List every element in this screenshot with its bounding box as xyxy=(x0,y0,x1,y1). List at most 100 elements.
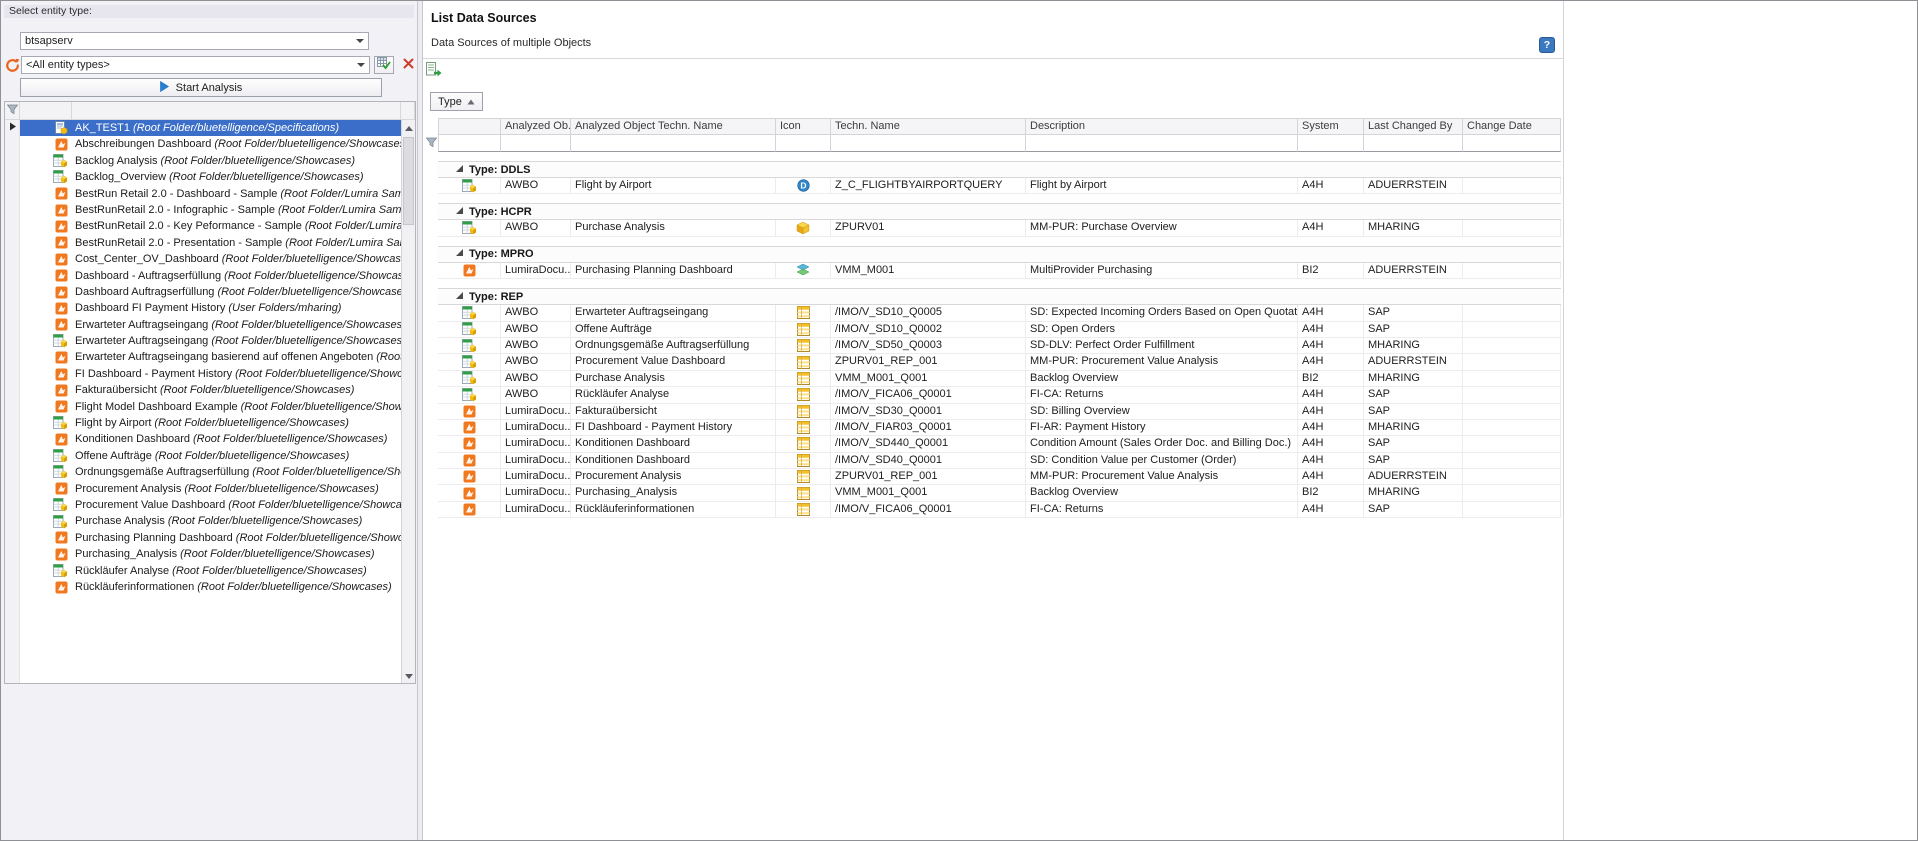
filter-cell[interactable] xyxy=(1463,135,1561,152)
list-item[interactable]: Flight Model Dashboard Example(Root Fold… xyxy=(5,399,401,415)
last-changed-by-cell: SAP xyxy=(1364,387,1463,403)
analyzed-object-cell: AWBO xyxy=(501,178,571,194)
name-column-header[interactable] xyxy=(72,102,401,120)
list-item[interactable]: Procurement Value Dashboard(Root Folder/… xyxy=(5,497,401,513)
entity-label: Dashboard - Auftragserfüllung(Root Folde… xyxy=(72,268,401,284)
filter-cell[interactable] xyxy=(776,135,831,152)
list-item[interactable]: BestRunRetail 2.0 - Key Peformance - Sam… xyxy=(5,218,401,234)
entity-type-combobox[interactable]: <All entity types> xyxy=(21,56,370,74)
column-header[interactable]: Last Changed By xyxy=(1364,118,1463,135)
dropdown-arrow-icon[interactable] xyxy=(352,39,368,43)
entity-label: Erwarteter Auftragseingang basierend auf… xyxy=(72,349,401,365)
table-row[interactable]: LumiraDocu...Konditionen Dashboard/IMO/V… xyxy=(425,453,1561,469)
table-row[interactable]: AWBOProcurement Value DashboardZPURV01_R… xyxy=(425,354,1561,370)
help-button[interactable]: ? xyxy=(1539,37,1555,53)
rep-icon xyxy=(776,436,831,452)
entity-name: Procurement Analysis xyxy=(75,483,181,495)
filter-funnel-cell[interactable] xyxy=(425,135,438,152)
table-row[interactable]: AWBOPurchase AnalysisZPURV01MM-PUR: Purc… xyxy=(425,220,1561,236)
server-combobox[interactable]: btsapserv xyxy=(20,32,369,50)
start-analysis-button[interactable]: Start Analysis xyxy=(20,78,382,97)
group-row[interactable]: Type: MPRO xyxy=(438,246,1561,263)
list-item[interactable]: Rückläuferinformationen(Root Folder/blue… xyxy=(5,579,401,595)
list-item[interactable]: Erwarteter Auftragseingang basierend auf… xyxy=(5,349,401,365)
filter-cell[interactable] xyxy=(571,135,776,152)
table-row[interactable]: LumiraDocu...FI Dashboard - Payment Hist… xyxy=(425,420,1561,436)
entity-name: Purchasing Planning Dashboard xyxy=(75,532,233,544)
list-item[interactable]: Purchasing Planning Dashboard(Root Folde… xyxy=(5,530,401,546)
list-item[interactable]: Abschreibungen Dashboard(Root Folder/blu… xyxy=(5,136,401,152)
table-row[interactable]: LumiraDocu...Purchasing Planning Dashboa… xyxy=(425,263,1561,279)
group-row[interactable]: Type: DDLS xyxy=(438,161,1561,178)
filter-cell[interactable] xyxy=(438,135,501,152)
filter-cell[interactable] xyxy=(501,135,571,152)
list-item[interactable]: Offene Aufträge(Root Folder/bluetelligen… xyxy=(5,448,401,464)
icon-column-header[interactable] xyxy=(20,102,72,120)
table-row[interactable]: AWBOFlight by AirportDZ_C_FLIGHTBYAIRPOR… xyxy=(425,178,1561,194)
column-header[interactable]: System xyxy=(1298,118,1364,135)
scroll-up-button[interactable] xyxy=(402,120,415,135)
table-row[interactable]: AWBOOffene Aufträge/IMO/V_SD10_Q0002SD: … xyxy=(425,322,1561,338)
analyzed-object-techn-name-cell: Purchase Analysis xyxy=(571,371,776,387)
scroll-down-button[interactable] xyxy=(402,668,415,683)
rep-icon xyxy=(776,338,831,354)
group-row[interactable]: Type: HCPR xyxy=(438,203,1561,220)
table-row[interactable]: AWBOOrdnungsgemäße Auftragserfüllung/IMO… xyxy=(425,338,1561,354)
filter-cell[interactable] xyxy=(1026,135,1298,152)
entity-name: Cost_Center_OV_Dashboard xyxy=(75,253,219,265)
filter-cell[interactable] xyxy=(831,135,1026,152)
awbo-icon xyxy=(438,178,501,194)
list-item[interactable]: Dashboard Auftragserfüllung(Root Folder/… xyxy=(5,284,401,300)
column-header[interactable]: Techn. Name xyxy=(831,118,1026,135)
list-item[interactable]: BestRun Retail 2.0 - Dashboard - Sample(… xyxy=(5,186,401,202)
apply-filter-button[interactable] xyxy=(374,56,394,74)
entity-name: Fakturaübersicht xyxy=(75,384,157,396)
list-item[interactable]: Backlog Analysis(Root Folder/bluetellige… xyxy=(5,153,401,169)
list-item[interactable]: Ordnungsgemäße Auftragserfüllung(Root Fo… xyxy=(5,464,401,480)
table-row[interactable]: LumiraDocu...Rückläuferinformationen/IMO… xyxy=(425,502,1561,518)
column-header[interactable]: Analyzed Object Techn. Name xyxy=(571,118,776,135)
table-row[interactable]: LumiraDocu...Konditionen Dashboard/IMO/V… xyxy=(425,436,1561,452)
column-header[interactable]: Description xyxy=(1026,118,1298,135)
list-item[interactable]: Cost_Center_OV_Dashboard(Root Folder/blu… xyxy=(5,251,401,267)
export-button[interactable] xyxy=(426,63,444,80)
table-row[interactable]: LumiraDocu...Fakturaübersicht/IMO/V_SD30… xyxy=(425,404,1561,420)
entity-label: Backlog_Overview(Root Folder/bluetellige… xyxy=(72,169,401,185)
filter-cell[interactable] xyxy=(1364,135,1463,152)
clear-filter-button[interactable] xyxy=(398,56,418,74)
column-header[interactable]: Analyzed Ob... xyxy=(501,118,571,135)
list-item[interactable]: Konditionen Dashboard(Root Folder/bluete… xyxy=(5,431,401,447)
table-row[interactable]: LumiraDocu...Procurement AnalysisZPURV01… xyxy=(425,469,1561,485)
scrollbar-thumb[interactable] xyxy=(403,137,414,225)
table-row[interactable]: AWBOPurchase AnalysisVMM_M001_Q001Backlo… xyxy=(425,371,1561,387)
list-item[interactable]: Backlog_Overview(Root Folder/bluetellige… xyxy=(5,169,401,185)
list-item[interactable]: Dashboard - Auftragserfüllung(Root Folde… xyxy=(5,268,401,284)
list-item[interactable]: AK_TEST1(Root Folder/bluetelligence/Spec… xyxy=(5,120,401,136)
filter-indicator-cell[interactable] xyxy=(5,102,20,120)
list-item[interactable]: Purchasing_Analysis(Root Folder/bluetell… xyxy=(5,546,401,562)
column-header[interactable]: Change Date xyxy=(1463,118,1561,135)
filter-cell[interactable] xyxy=(1298,135,1364,152)
list-item[interactable]: BestRunRetail 2.0 - Infographic - Sample… xyxy=(5,202,401,218)
lumira-icon xyxy=(20,349,72,365)
dropdown-arrow-icon[interactable] xyxy=(353,63,369,67)
table-row[interactable]: AWBOErwarteter Auftragseingang/IMO/V_SD1… xyxy=(425,305,1561,321)
column-header[interactable] xyxy=(438,118,501,135)
list-item[interactable]: Erwarteter Auftragseingang(Root Folder/b… xyxy=(5,333,401,349)
list-item[interactable]: FI Dashboard - Payment History(Root Fold… xyxy=(5,366,401,382)
table-row[interactable]: AWBORückläufer Analyse/IMO/V_FICA06_Q000… xyxy=(425,387,1561,403)
techn-name-cell: VMM_M001_Q001 xyxy=(831,485,1026,501)
column-header[interactable]: Icon xyxy=(776,118,831,135)
table-row[interactable]: LumiraDocu...Purchasing_AnalysisVMM_M001… xyxy=(425,485,1561,501)
vertical-scrollbar[interactable] xyxy=(401,120,415,683)
list-item[interactable]: Erwarteter Auftragseingang(Root Folder/b… xyxy=(5,317,401,333)
list-item[interactable]: Fakturaübersicht(Root Folder/bluetellige… xyxy=(5,382,401,398)
list-item[interactable]: Purchase Analysis(Root Folder/bluetellig… xyxy=(5,513,401,529)
list-item[interactable]: Dashboard FI Payment History(User Folder… xyxy=(5,300,401,316)
list-item[interactable]: Procurement Analysis(Root Folder/bluetel… xyxy=(5,481,401,497)
list-item[interactable]: Rückläufer Analyse(Root Folder/bluetelli… xyxy=(5,563,401,579)
group-by-chip[interactable]: Type xyxy=(430,92,483,111)
group-row[interactable]: Type: REP xyxy=(438,288,1561,305)
list-item[interactable]: Flight by Airport(Root Folder/bluetellig… xyxy=(5,415,401,431)
list-item[interactable]: BestRunRetail 2.0 - Presentation - Sampl… xyxy=(5,235,401,251)
